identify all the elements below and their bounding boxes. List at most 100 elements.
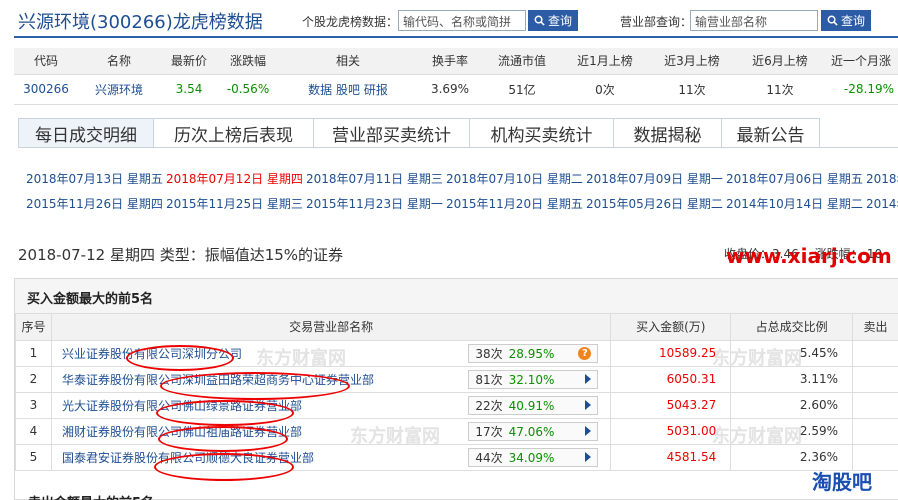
col-float-cap: 流通市值 xyxy=(482,48,562,75)
dept-search-button[interactable]: 查询 xyxy=(821,10,872,31)
dept-stat-box[interactable]: 22次 40.91% xyxy=(468,395,599,415)
date-link[interactable]: 2018年07月10日 星期二 xyxy=(446,170,583,187)
table-row: 2 华泰证券股份有限公司深圳益田路荣超商务中心证券营业部 81次 32.10% 6… xyxy=(15,365,898,393)
dept-pct: 47.06% xyxy=(508,424,555,439)
dept-cell: 国泰君安证券股份有限公司顺德大良证券营业部 44次 34.09% xyxy=(50,443,612,471)
turnover-value: 3.69% xyxy=(418,74,482,105)
sell-top5-title: 卖出金额最大的前5名 xyxy=(28,492,154,500)
row-no: 2 xyxy=(15,365,52,393)
dept-count: 44次 xyxy=(475,450,503,465)
sell-cell xyxy=(852,417,898,445)
stock-search-input[interactable]: 输代码、名称或简拼 xyxy=(398,10,526,31)
date-row-1: 2018年07月13日 星期五 2018年07月12日 星期四 2018年07月… xyxy=(26,170,898,188)
col-name: 名称 xyxy=(78,48,160,75)
dept-pct: 28.95% xyxy=(508,346,555,361)
stock-code[interactable]: 300266 xyxy=(14,74,78,105)
col-m6: 近6月上榜 xyxy=(736,48,824,75)
table-row: 3 光大证券股份有限公司佛山绿景路证券营业部 22次 40.91% 5043.27… xyxy=(15,391,898,419)
tab-data-reveal[interactable]: 数据揭秘 xyxy=(614,118,722,148)
annotation-oval xyxy=(156,400,294,426)
date-row-2: 2015年11月26日 星期四 2015年11月25日 星期三 2015年11月… xyxy=(26,195,898,213)
buy-amount: 6050.31 xyxy=(610,365,732,393)
date-link[interactable]: 2014年 xyxy=(866,195,898,212)
buy-amount: 5043.27 xyxy=(610,391,732,419)
col-month-change: 近一个月涨 xyxy=(824,48,898,75)
date-link[interactable]: 2018年 xyxy=(866,170,898,187)
date-link[interactable]: 2015年11月26日 星期四 xyxy=(26,195,163,212)
tab-latest-notice[interactable]: 最新公告 xyxy=(722,118,820,148)
arrow-icon[interactable] xyxy=(585,374,592,384)
m1-value: 0次 xyxy=(562,74,648,105)
date-link[interactable]: 2015年11月20日 星期五 xyxy=(446,195,583,212)
date-link[interactable]: 2015年11月25日 星期三 xyxy=(166,195,303,212)
table-row: 5 国泰君安证券股份有限公司顺德大良证券营业部 44次 34.09% 4581.5… xyxy=(15,443,898,471)
ratio: 3.11% xyxy=(730,365,854,393)
date-link[interactable]: 2015年05月26日 星期二 xyxy=(586,195,723,212)
ratio: 2.59% xyxy=(730,417,854,445)
col-buy-amount: 买入金额(万) xyxy=(610,314,732,341)
m6-value: 11次 xyxy=(736,74,824,105)
ratio: 5.45% xyxy=(730,339,854,367)
date-link[interactable]: 2018年07月13日 星期五 xyxy=(26,170,163,187)
date-link[interactable]: 2015年11月23日 星期一 xyxy=(306,195,443,212)
date-link[interactable]: 2018年07月06日 星期五 xyxy=(726,170,863,187)
buy-amount: 5031.00 xyxy=(610,417,732,445)
link-research[interactable]: 研报 xyxy=(364,83,388,97)
dept-pct: 32.10% xyxy=(508,372,555,387)
dept-stat-box[interactable]: 81次 32.10% xyxy=(468,369,599,389)
date-link[interactable]: 2018年07月09日 星期一 xyxy=(586,170,723,187)
float-cap-value: 51亿 xyxy=(482,74,562,105)
date-link[interactable]: 2014年10月14日 星期二 xyxy=(726,195,863,212)
search-icon xyxy=(534,15,545,26)
tab-history-performance[interactable]: 历次上榜后表现 xyxy=(154,118,314,148)
search-icon xyxy=(827,15,838,26)
sell-cell xyxy=(852,365,898,393)
arrow-icon[interactable] xyxy=(585,426,592,436)
buy-amount: 10589.25 xyxy=(610,339,732,367)
buy-header-row: 序号 交易营业部名称 买入金额(万) 占总成交比例 卖出 xyxy=(15,314,898,341)
col-m1: 近1月上榜 xyxy=(562,48,648,75)
row-no: 1 xyxy=(15,339,52,367)
col-m3: 近3月上榜 xyxy=(648,48,736,75)
link-data[interactable]: 数据 xyxy=(308,83,332,97)
date-link[interactable]: 2018年07月11日 星期三 xyxy=(306,170,443,187)
tab-daily-detail[interactable]: 每日成交明细 xyxy=(18,118,154,148)
sell-cell xyxy=(852,339,898,367)
tab-bar: 每日成交明细 历次上榜后表现 营业部买卖统计 机构买卖统计 数据揭秘 最新公告 xyxy=(18,118,820,148)
row-no: 5 xyxy=(15,443,52,471)
watermark-logo: 淘股吧 xyxy=(812,470,872,494)
stock-name[interactable]: 兴源环境 xyxy=(78,74,160,105)
link-forum[interactable]: 股吧 xyxy=(336,83,360,97)
dept-pct: 34.09% xyxy=(508,450,555,465)
dept-stat-box[interactable]: 44次 34.09% xyxy=(468,447,599,467)
col-turnover: 换手率 xyxy=(418,48,482,75)
dept-stat-box[interactable]: 38次 28.95% ? xyxy=(468,343,599,363)
annotation-oval xyxy=(126,345,234,371)
stock-search-button[interactable]: 查询 xyxy=(528,10,579,31)
date-link-selected[interactable]: 2018年07月12日 星期四 xyxy=(166,170,303,187)
question-icon[interactable]: ? xyxy=(578,346,592,360)
dept-cell: 光大证券股份有限公司佛山绿景路证券营业部 22次 40.91% xyxy=(50,391,612,419)
col-no: 序号 xyxy=(15,314,52,341)
quote-header-row: 代码 名称 最新价 涨跌幅 相关 换手率 流通市值 近1月上榜 近3月上榜 近6… xyxy=(14,48,898,75)
tab-dept-stats[interactable]: 营业部买卖统计 xyxy=(314,118,470,148)
annotation-oval xyxy=(154,453,294,481)
dept-cell: 湘财证券股份有限公司佛山祖庙路证券营业部 17次 47.06% xyxy=(50,417,612,445)
dept-search-label: 营业部查询： xyxy=(620,15,693,29)
table-row: 4 湘财证券股份有限公司佛山祖庙路证券营业部 17次 47.06% 5031.00… xyxy=(15,417,898,445)
col-ratio: 占总成交比例 xyxy=(730,314,854,341)
page-title: 兴源环境(300266)龙虎榜数据 xyxy=(18,12,263,33)
annotation-oval xyxy=(160,372,350,400)
tab-institution-stats[interactable]: 机构买卖统计 xyxy=(470,118,614,148)
month-change-value: -28.19% xyxy=(824,74,898,105)
col-price: 最新价 xyxy=(160,48,218,75)
col-dept-name: 交易营业部名称 xyxy=(50,314,612,341)
arrow-icon[interactable] xyxy=(585,452,592,462)
dept-search-button-label: 查询 xyxy=(841,14,866,28)
stock-change: -0.56% xyxy=(218,74,278,105)
col-change: 涨跌幅 xyxy=(218,48,278,75)
dept-search-input[interactable]: 输营业部名称 xyxy=(690,10,818,31)
stock-search-button-label: 查询 xyxy=(548,14,573,28)
dept-stat-box[interactable]: 17次 47.06% xyxy=(468,421,599,441)
arrow-icon[interactable] xyxy=(585,400,592,410)
